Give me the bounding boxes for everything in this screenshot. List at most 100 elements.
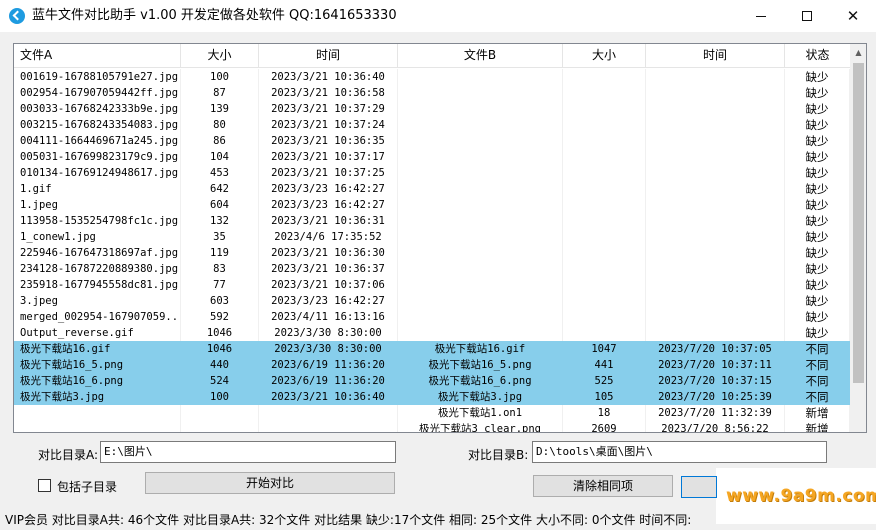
table-row[interactable]: merged_002954-167907059... 592 2023/4/11 1… <box>14 309 850 325</box>
dir-b-input[interactable]: D:\tools\桌面\图片\ <box>532 441 827 463</box>
cell-size-b <box>563 325 646 341</box>
minimize-button[interactable] <box>738 0 784 32</box>
cell-time-b: 2023/7/20 10:25:39 <box>658 391 772 403</box>
grid-header: 文件A 大小 时间 文件B 大小 时间 状态 <box>14 44 850 68</box>
header-status[interactable]: 状态 <box>785 44 850 67</box>
table-row[interactable]: 235918-1677945558dc81.jpg 77 2023/3/21 10:… <box>14 277 850 293</box>
cell-file-b: 极光下载站3_clear.png <box>398 421 563 432</box>
cell-time-b <box>646 293 785 309</box>
table-row[interactable]: 极光下载站16.gif 1046 2023/3/30 8:30:00 极光下载站16.… <box>14 341 850 357</box>
table-row[interactable]: 001619-16788105791e27.jpg 100 2023/3/21 10… <box>14 69 850 85</box>
cell-time-a: 2023/3/21 10:36:40 <box>271 391 385 403</box>
cell-file-b <box>398 261 563 277</box>
header-size-a[interactable]: 大小 <box>181 44 259 67</box>
cell-time-b: 2023/7/20 11:32:39 <box>646 405 785 421</box>
dir-b-label: 对比目录B: <box>468 448 529 462</box>
cell-file-a <box>14 421 181 432</box>
include-subdir-checkbox[interactable] <box>38 479 51 492</box>
table-row[interactable]: 010134-16769124948617.jpg 453 2023/3/21 10… <box>14 165 850 181</box>
watermark: www.9a9m.com <box>681 468 876 524</box>
scroll-thumb[interactable] <box>853 63 864 383</box>
cell-time-a: 2023/3/21 10:37:29 <box>259 101 398 117</box>
cell-file-b <box>398 293 563 309</box>
cell-size-a: 453 <box>181 165 259 181</box>
table-row[interactable]: 234128-16787220889380.jpg 83 2023/3/21 10:… <box>14 261 850 277</box>
table-row[interactable]: 极光下载站3_clear.png 2609 2023/7/20 8:56:22 新增 <box>14 421 850 432</box>
cell-status: 缺少 <box>785 69 850 85</box>
cell-file-b <box>398 69 563 85</box>
watermark-text: www.9a9m.com <box>726 486 876 506</box>
include-subdir-label[interactable]: 包括子目录 <box>57 478 117 495</box>
scroll-up-icon[interactable]: ▲ <box>850 44 866 61</box>
cell-size-a: 77 <box>181 277 259 293</box>
header-time-b[interactable]: 时间 <box>646 44 785 67</box>
start-compare-button[interactable]: 开始对比 <box>145 472 395 494</box>
cell-time-b <box>646 165 785 181</box>
cell-size-a <box>181 421 259 432</box>
table-row[interactable]: 极光下载站1.on1 18 2023/7/20 11:32:39 新增 <box>14 405 850 421</box>
cell-file-a: 010134-16769124948617.jpg <box>14 165 181 181</box>
cell-size-a: 1046 <box>181 325 259 341</box>
table-row[interactable]: Output_reverse.gif 1046 2023/3/30 8:30:00 缺… <box>14 325 850 341</box>
table-row[interactable]: 113958-1535254798fc1c.jpg 132 2023/3/21 10… <box>14 213 850 229</box>
table-row[interactable]: 002954-167907059442ff.jpg 87 2023/3/21 10:… <box>14 85 850 101</box>
maximize-button[interactable] <box>784 0 830 32</box>
cell-status: 缺少 <box>785 245 850 261</box>
cell-size-b <box>563 69 646 85</box>
cell-status: 缺少 <box>785 277 850 293</box>
table-row[interactable]: 3.jpeg 603 2023/3/23 16:42:27 缺少 <box>14 293 850 309</box>
cell-time-b <box>646 69 785 85</box>
cell-size-a: 139 <box>181 101 259 117</box>
table-row[interactable]: 003033-16768242333b9e.jpg 139 2023/3/21 10… <box>14 101 850 117</box>
cell-time-b <box>646 85 785 101</box>
minimize-icon <box>756 15 766 17</box>
cell-size-a: 642 <box>181 181 259 197</box>
cell-size-b <box>563 245 646 261</box>
cell-size-b <box>563 229 646 245</box>
table-row[interactable]: 极光下载站3.jpg 100 2023/3/21 10:36:40 极光下载站3.jp… <box>14 389 850 405</box>
table-row[interactable]: 004111-1664469671a245.jpg 86 2023/3/21 10:… <box>14 133 850 149</box>
header-file-a[interactable]: 文件A <box>14 44 181 67</box>
cell-status: 缺少 <box>785 293 850 309</box>
close-button[interactable]: ✕ <box>830 0 876 32</box>
cell-file-b <box>398 117 563 133</box>
header-size-b[interactable]: 大小 <box>563 44 646 67</box>
table-row[interactable]: 225946-167647318697af.jpg 119 2023/3/21 10… <box>14 245 850 261</box>
cell-file-b <box>398 149 563 165</box>
table-row[interactable]: 1.jpeg 604 2023/3/23 16:42:27 缺少 <box>14 197 850 213</box>
cell-status: 缺少 <box>785 229 850 245</box>
header-file-b[interactable]: 文件B <box>398 44 563 67</box>
clear-same-button[interactable]: 清除相同项 <box>533 475 673 497</box>
cell-status: 缺少 <box>785 117 850 133</box>
cell-status: 缺少 <box>785 149 850 165</box>
partially-hidden-button[interactable] <box>681 476 717 498</box>
vertical-scrollbar[interactable]: ▲ <box>850 44 866 432</box>
cell-file-a: 225946-167647318697af.jpg <box>14 245 181 261</box>
file-compare-grid[interactable]: 文件A 大小 时间 文件B 大小 时间 状态 001619-1678810579… <box>13 43 867 433</box>
table-row[interactable]: 003215-16768243354083.jpg 80 2023/3/21 10:… <box>14 117 850 133</box>
cell-time-a: 2023/3/21 10:37:25 <box>259 165 398 181</box>
table-row[interactable]: 1_conew1.jpg 35 2023/4/6 17:35:52 缺少 <box>14 229 850 245</box>
cell-size-a: 100 <box>210 391 229 403</box>
cell-file-b <box>398 277 563 293</box>
cell-time-a: 2023/6/19 11:36:20 <box>271 359 385 371</box>
cell-status: 缺少 <box>785 133 850 149</box>
header-time-a[interactable]: 时间 <box>259 44 398 67</box>
cell-size-a: 35 <box>181 229 259 245</box>
table-row[interactable]: 极光下载站16_6.png 524 2023/6/19 11:36:20 极光下载站1… <box>14 373 850 389</box>
cell-size-a: 100 <box>181 69 259 85</box>
table-row[interactable]: 005031-167699823179c9.jpg 104 2023/3/21 10… <box>14 149 850 165</box>
cell-size-b <box>563 101 646 117</box>
cell-file-b <box>398 165 563 181</box>
cell-time-b <box>646 181 785 197</box>
cell-size-b <box>563 165 646 181</box>
dir-a-input[interactable]: E:\图片\ <box>100 441 396 463</box>
cell-file-b: 极光下载站16_6.png <box>428 375 532 387</box>
table-row[interactable]: 极光下载站16_5.png 440 2023/6/19 11:36:20 极光下载站1… <box>14 357 850 373</box>
cell-time-b <box>646 117 785 133</box>
cell-status: 不同 <box>805 374 829 388</box>
maximize-icon <box>802 11 812 21</box>
cell-size-b <box>563 309 646 325</box>
cell-file-a: merged_002954-167907059... <box>14 309 181 325</box>
table-row[interactable]: 1.gif 642 2023/3/23 16:42:27 缺少 <box>14 181 850 197</box>
